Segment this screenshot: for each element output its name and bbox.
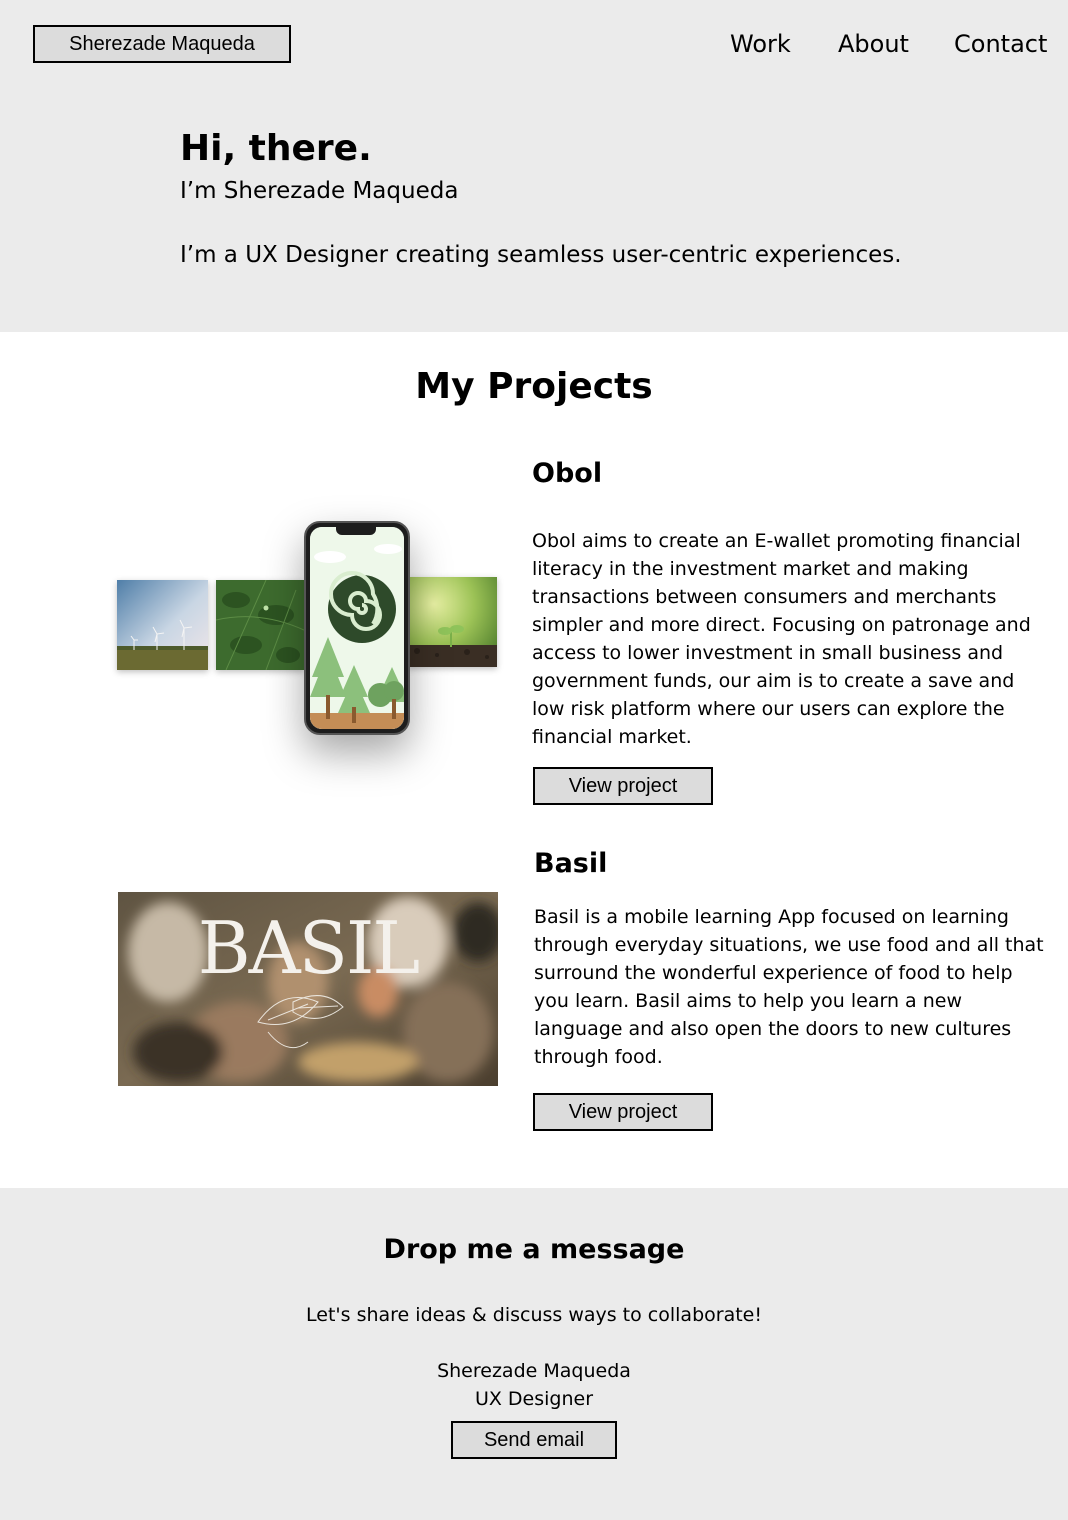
phone-mockup xyxy=(304,521,410,735)
hero-name-line: I’m Sherezade Maqueda xyxy=(180,178,459,204)
hero-tagline: I’m a UX Designer creating seamless user… xyxy=(180,242,902,268)
hero-greeting: Hi, there. xyxy=(180,128,372,169)
project-desc-obol: Obol aims to create an E-wallet promotin… xyxy=(532,530,1031,748)
view-project-obol-button[interactable]: View project xyxy=(533,767,713,805)
project-title-obol: Obol xyxy=(532,458,603,489)
nav-contact-link[interactable]: Contact xyxy=(954,30,1047,58)
contact-section: Drop me a message Let's share ideas & di… xyxy=(0,1188,1068,1520)
projects-title: My Projects xyxy=(415,366,653,407)
contact-name: Sherezade Maqueda xyxy=(437,1360,631,1382)
leaf-photo xyxy=(216,580,304,670)
project-desc-basil: Basil is a mobile learning App focused o… xyxy=(534,906,1044,1068)
obol-project-image[interactable] xyxy=(110,490,505,760)
basil-logo-text: BASIL xyxy=(197,906,420,990)
obol-logo-icon xyxy=(310,527,404,729)
nav-work-link[interactable]: Work xyxy=(730,30,791,58)
wind-turbine-photo xyxy=(117,580,208,670)
basil-project-image[interactable]: BASIL xyxy=(118,892,498,1086)
nav-about-link[interactable]: About xyxy=(838,30,909,58)
logo-button[interactable]: Sherezade Maqueda xyxy=(33,25,291,63)
project-title-basil: Basil xyxy=(534,848,608,879)
send-email-button[interactable]: Send email xyxy=(451,1421,617,1459)
contact-title: Drop me a message xyxy=(383,1234,685,1265)
view-project-basil-button[interactable]: View project xyxy=(533,1093,713,1131)
hero-section: Sherezade Maqueda Work About Contact Hi,… xyxy=(0,0,1068,332)
sprout-photo xyxy=(407,577,497,667)
contact-subtitle: Let's share ideas & discuss ways to coll… xyxy=(306,1304,762,1326)
contact-role: UX Designer xyxy=(474,1388,594,1410)
